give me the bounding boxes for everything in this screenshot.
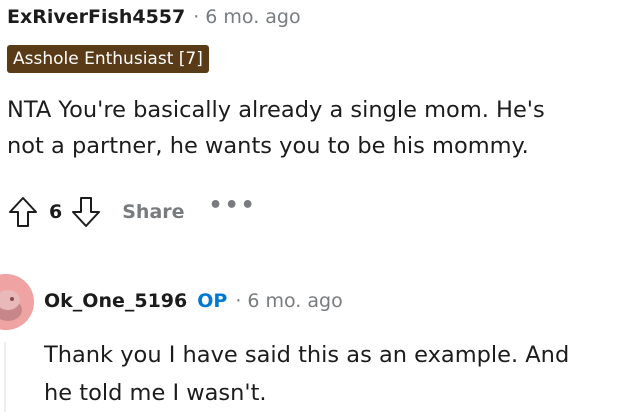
separator-dot: · xyxy=(193,6,200,28)
thread-collapse-line[interactable] xyxy=(4,342,6,412)
snoo-avatar-icon[interactable] xyxy=(0,274,34,330)
op-badge: OP xyxy=(197,290,228,312)
reply-body-line: Thank you I have said this as an example… xyxy=(44,342,570,368)
comment-body: NTA You're basically already a single mo… xyxy=(7,92,607,164)
reply-author[interactable]: Ok_One_5196 xyxy=(44,290,187,312)
upvote-button[interactable] xyxy=(5,192,41,232)
comment-thread: ExRiverFish4557 · 6 mo. ago Asshole Enth… xyxy=(0,0,617,412)
reply-header: Ok_One_5196 OP · 6 mo. ago xyxy=(44,290,343,312)
comment-body-line: not a partner, he wants you to be his mo… xyxy=(7,133,529,159)
share-button[interactable]: Share xyxy=(122,201,184,223)
upvote-arrow-icon xyxy=(9,197,37,227)
reply-timestamp[interactable]: 6 mo. ago xyxy=(247,290,342,312)
downvote-arrow-icon xyxy=(72,197,101,227)
reply-body: Thank you I have said this as an example… xyxy=(44,336,614,412)
comment-body-line: NTA You're basically already a single mo… xyxy=(7,97,545,123)
comment-header: ExRiverFish4557 · 6 mo. ago xyxy=(7,6,301,28)
vote-score: 6 xyxy=(49,201,63,223)
comment-author[interactable]: ExRiverFish4557 xyxy=(7,6,185,28)
comment-actions: 6 Share ••• xyxy=(5,190,257,234)
downvote-button[interactable] xyxy=(68,192,104,232)
ellipsis-icon[interactable]: ••• xyxy=(209,193,257,218)
separator-dot: · xyxy=(235,290,242,312)
user-flair: Asshole Enthusiast [7] xyxy=(7,45,209,73)
reply-body-line: he told me I wasn't. xyxy=(44,380,267,406)
comment-timestamp[interactable]: 6 mo. ago xyxy=(205,6,300,28)
